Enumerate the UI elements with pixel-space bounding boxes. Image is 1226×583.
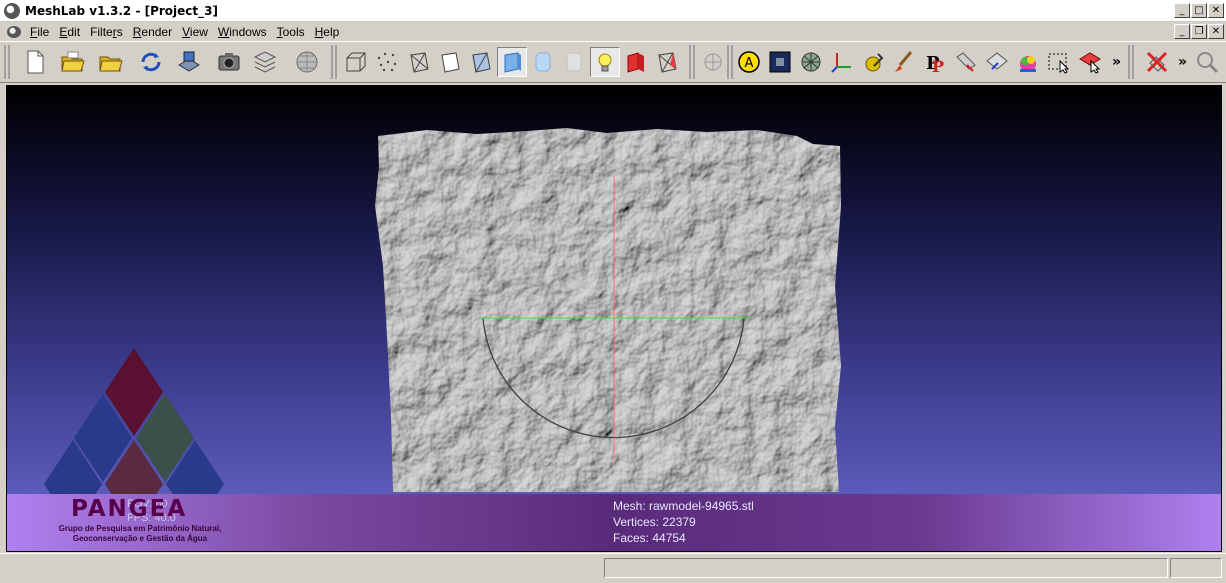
menu-bar: File Edit Filters Render View Windows To… [0,22,1226,41]
menu-file-rest: ile [37,24,50,39]
logo-subtitle-line2: Geoconservação e Gestão da Água [72,534,208,543]
svg-text:P: P [932,57,944,75]
doc-minimize-button[interactable]: _ [1174,24,1190,39]
menu-file[interactable]: File [25,25,54,39]
smooth-shading-icon[interactable] [528,47,558,77]
color-paint-icon[interactable] [1013,47,1043,77]
vertices-count-label: Vertices: 22379 [613,515,696,529]
menu-help[interactable]: Help [310,25,345,39]
points-icon[interactable] [372,47,402,77]
menu-render[interactable]: Render [128,25,177,39]
snail-tool-icon[interactable] [858,47,888,77]
toolbar-grip[interactable] [4,45,10,79]
export-mesh-icon[interactable] [174,47,204,77]
render-box-icon[interactable] [765,47,795,77]
search-icon[interactable] [1192,47,1222,77]
title-bar: MeshLab v1.3.2 - [Project_3] _ □ ✕ [0,0,1226,22]
toolbar-separator [727,45,733,79]
backface-culling-icon[interactable] [621,47,651,77]
delete-icon[interactable] [1142,47,1172,77]
toolbar-separator [331,45,337,79]
toolbar-overflow-2[interactable]: » [1178,54,1187,70]
mesh-name-label: Mesh: rawmodel-94965.stl [613,499,754,513]
new-project-icon[interactable] [20,47,50,77]
pangea-logo-text: PANGEA [71,496,188,522]
flat-shading-icon[interactable] [497,47,527,77]
status-progress-field [1170,558,1222,578]
toolbar-separator [1128,45,1134,79]
axis-icon[interactable] [827,47,857,77]
document-window-controls: _ ❐ ✕ [1174,24,1224,39]
paint-brush-icon[interactable] [889,47,919,77]
selected-faces-icon[interactable] [652,47,682,77]
texture-icon[interactable] [559,47,589,77]
minimize-button[interactable]: _ [1174,3,1190,18]
main-toolbar: A PP » » [0,41,1226,83]
flat-lines-icon[interactable] [466,47,496,77]
pick-points-icon[interactable]: PP [920,47,950,77]
menu-filters[interactable]: Filters [85,25,128,39]
trackball-icon[interactable] [698,47,728,77]
menu-view[interactable]: View [177,25,213,39]
menu-render-rest: ender [141,24,173,39]
select-vertices-icon[interactable] [1075,47,1105,77]
toolbar-overflow-1[interactable]: » [1112,54,1121,70]
menu-tools[interactable]: Tools [272,25,310,39]
menu-view-rest: iew [189,24,208,39]
annotation-a-icon[interactable]: A [734,47,764,77]
pangea-logo-subtitle: Grupo de Pesquisa em Patrimônio Natural,… [35,524,245,544]
menu-edit[interactable]: Edit [54,25,85,39]
menu-tools-rest: ools [282,24,305,39]
wireframe-icon[interactable] [404,47,434,77]
3d-viewport[interactable]: Mesh: rawmodel-94965.stl Vertices: 22379… [6,85,1222,552]
menu-windows-accel: W [217,24,230,39]
menu-help-rest: elp [323,24,340,39]
menu-windows[interactable]: Windows [213,25,272,39]
snapshot-camera-icon[interactable] [214,47,244,77]
close-button[interactable]: ✕ [1208,3,1224,18]
svg-text:A: A [745,56,754,71]
meshlab-app-icon[interactable] [4,2,20,19]
menu-help-accel: H [314,24,324,39]
window-title: MeshLab v1.3.2 - [Project_3] [25,3,218,18]
faces-count-label: Faces: 44754 [613,531,686,545]
sphere-mesh-icon[interactable] [796,47,826,77]
reload-icon[interactable] [136,47,166,77]
select-faces-rect-icon[interactable] [1044,47,1074,77]
layers-icon[interactable] [250,47,280,77]
align-tool-icon[interactable] [982,47,1012,77]
status-bar [0,553,1226,583]
open-project-icon[interactable] [58,47,88,77]
document-icon[interactable] [7,25,21,38]
menu-edit-rest: dit [67,24,81,39]
globe-icon[interactable] [292,47,322,77]
logo-subtitle-line1: Grupo de Pesquisa em Patrimônio Natural, [58,524,222,533]
menu-windows-rest: indows [229,24,267,39]
light-bulb-icon[interactable] [590,47,620,77]
doc-restore-button[interactable]: ❐ [1191,24,1207,39]
menu-filters-label: Filte [90,24,113,39]
toolbar-separator [689,45,695,79]
hidden-lines-icon[interactable] [435,47,465,77]
doc-close-button[interactable]: ✕ [1208,24,1224,39]
measure-tool-icon[interactable] [951,47,981,77]
status-message-field [604,558,1168,578]
maximize-button[interactable]: □ [1191,3,1207,18]
window-controls: _ □ ✕ [1174,3,1224,18]
menu-view-accel: V [182,24,190,39]
bounding-box-icon[interactable] [341,47,371,77]
menu-filters-rest: s [116,24,123,39]
import-mesh-icon[interactable] [96,47,126,77]
